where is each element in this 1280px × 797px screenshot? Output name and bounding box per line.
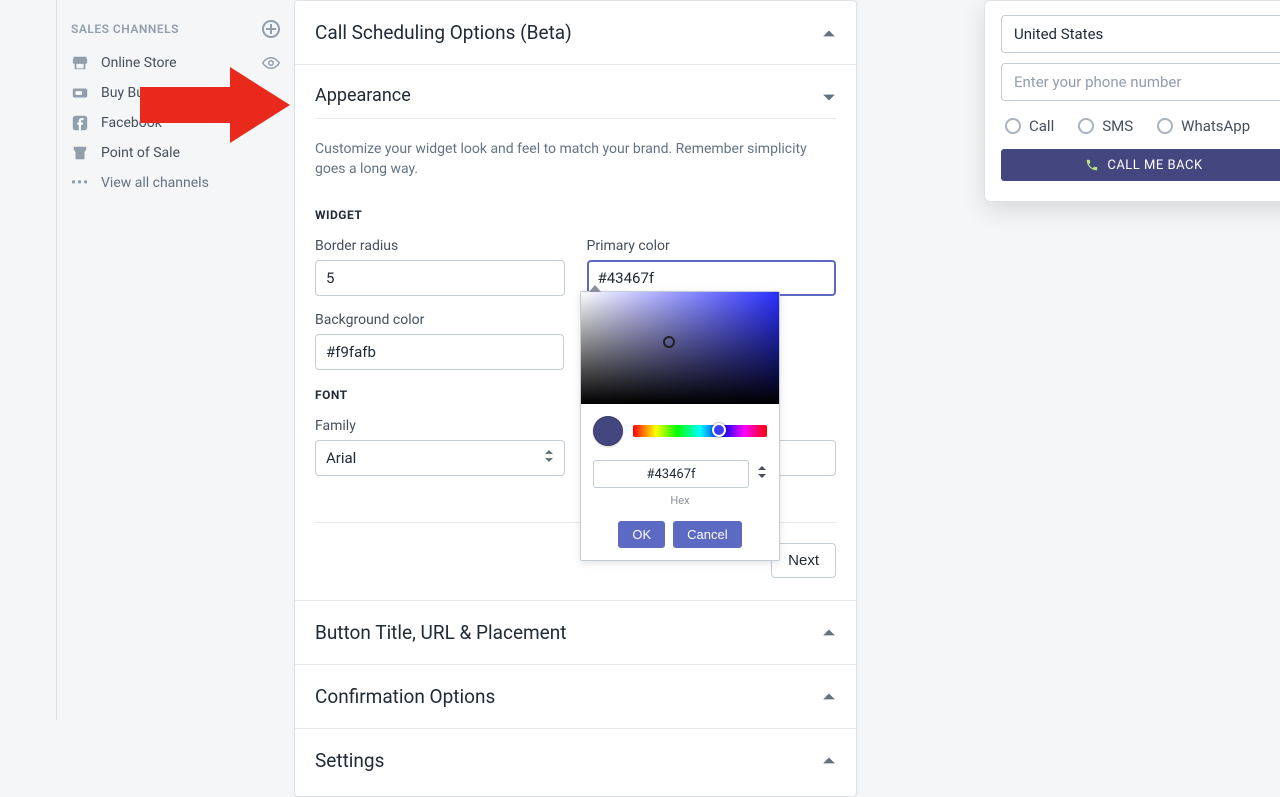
select-caret-icon xyxy=(544,448,554,468)
phone-input[interactable]: Enter your phone number xyxy=(1001,63,1280,101)
next-button[interactable]: Next xyxy=(771,543,836,578)
hex-label: Hex xyxy=(581,490,779,507)
ok-button[interactable]: OK xyxy=(618,521,665,548)
hue-cursor[interactable] xyxy=(712,423,726,437)
more-icon: ••• xyxy=(71,174,89,192)
section-confirmation: Confirmation Options xyxy=(295,665,856,729)
font-family-value: Arial xyxy=(326,449,356,467)
field-font-family: Family Arial xyxy=(315,418,565,476)
call-me-back-button[interactable]: CALL ME BACK xyxy=(1001,149,1280,181)
sv-area[interactable] xyxy=(581,292,779,404)
eye-icon[interactable] xyxy=(262,54,280,72)
add-channel-icon[interactable] xyxy=(262,20,280,38)
field-border-radius: Border radius 5 xyxy=(315,238,565,296)
section-title: Appearance xyxy=(315,85,411,106)
section-title: Call Scheduling Options (Beta) xyxy=(315,21,572,44)
format-toggle-icon[interactable] xyxy=(757,464,767,484)
phone-placeholder: Enter your phone number xyxy=(1014,73,1181,91)
sidebar-item-label: Buy Button xyxy=(101,85,169,101)
store-icon xyxy=(71,54,89,72)
border-radius-input[interactable]: 5 xyxy=(315,260,565,296)
contact-method-radios: Call SMS WhatsApp xyxy=(1001,111,1280,149)
hex-row: #43467f xyxy=(581,450,779,490)
primary-color-label: Primary color xyxy=(587,238,837,254)
sidebar-item-label: Facebook xyxy=(101,115,162,131)
radio-label: WhatsApp xyxy=(1181,117,1250,135)
border-radius-label: Border radius xyxy=(315,238,565,254)
hex-input[interactable]: #43467f xyxy=(593,460,749,488)
picker-notch xyxy=(589,285,601,292)
section-header-settings[interactable]: Settings xyxy=(295,729,856,796)
country-select[interactable]: United States xyxy=(1001,15,1280,53)
widget-group-label: WIDGET xyxy=(315,208,836,222)
buy-button-icon xyxy=(71,84,89,102)
chevron-up-icon xyxy=(822,625,836,639)
pos-icon xyxy=(71,144,89,162)
color-picker: #43467f Hex OK Cancel xyxy=(580,291,780,561)
chevron-down-icon xyxy=(822,89,836,103)
country-value: United States xyxy=(1014,25,1103,43)
radio-whatsapp[interactable]: WhatsApp xyxy=(1157,117,1250,135)
sidebar-item-online-store[interactable]: Online Store xyxy=(57,48,294,78)
facebook-icon xyxy=(71,114,89,132)
cancel-button[interactable]: Cancel xyxy=(673,521,741,548)
bg-color-label: Background color xyxy=(315,312,564,328)
section-settings: Settings xyxy=(295,729,856,796)
sidebar-item-buy-button[interactable]: Buy Button xyxy=(57,78,294,108)
chevron-up-icon xyxy=(822,26,836,40)
chevron-up-icon xyxy=(822,689,836,703)
font-family-select[interactable]: Arial xyxy=(315,440,565,476)
bg-color-input[interactable]: #f9fafb xyxy=(315,334,564,370)
section-title: Confirmation Options xyxy=(315,685,495,708)
color-swatch xyxy=(593,416,623,446)
appearance-description: Customize your widget look and feel to m… xyxy=(315,139,836,200)
font-family-label: Family xyxy=(315,418,565,434)
section-header-appearance[interactable]: Appearance xyxy=(295,65,856,118)
radio-icon xyxy=(1157,118,1173,134)
radio-label: Call xyxy=(1029,117,1054,135)
sidebar-item-pos[interactable]: Point of Sale xyxy=(57,138,294,168)
section-call-scheduling: Call Scheduling Options (Beta) xyxy=(295,1,856,65)
sidebar-item-label: Online Store xyxy=(101,55,177,71)
section-title: Settings xyxy=(315,749,384,772)
sidebar: SALES CHANNELS Online Store Buy Button F… xyxy=(56,0,294,720)
divider xyxy=(315,118,836,119)
radio-call[interactable]: Call xyxy=(1005,117,1054,135)
view-all-label: View all channels xyxy=(101,175,209,191)
picker-row xyxy=(581,404,779,450)
section-header-confirm[interactable]: Confirmation Options xyxy=(295,665,856,728)
field-primary-color: Primary color #43467f xyxy=(587,238,837,296)
sales-channels-title: SALES CHANNELS xyxy=(71,22,179,36)
sv-cursor[interactable] xyxy=(663,336,675,348)
hue-bar[interactable] xyxy=(633,425,767,437)
sidebar-item-label: Point of Sale xyxy=(101,145,180,161)
field-bg-color: Background color #f9fafb xyxy=(315,312,564,370)
picker-actions: OK Cancel xyxy=(581,507,779,548)
chevron-up-icon xyxy=(822,753,836,767)
section-header-call[interactable]: Call Scheduling Options (Beta) xyxy=(295,1,856,64)
section-title: Button Title, URL & Placement xyxy=(315,621,566,644)
preview-widget: United States Enter your phone number Ca… xyxy=(984,0,1280,202)
sidebar-item-facebook[interactable]: Facebook xyxy=(57,108,294,138)
radio-icon xyxy=(1005,118,1021,134)
radio-icon xyxy=(1078,118,1094,134)
call-button-label: CALL ME BACK xyxy=(1107,158,1202,173)
sidebar-view-all[interactable]: ••• View all channels xyxy=(57,168,294,198)
section-header-button[interactable]: Button Title, URL & Placement xyxy=(295,601,856,664)
section-button-title: Button Title, URL & Placement xyxy=(295,601,856,665)
sidebar-header: SALES CHANNELS xyxy=(57,20,294,48)
phone-icon xyxy=(1085,158,1099,172)
radio-label: SMS xyxy=(1102,117,1133,135)
radio-sms[interactable]: SMS xyxy=(1078,117,1133,135)
